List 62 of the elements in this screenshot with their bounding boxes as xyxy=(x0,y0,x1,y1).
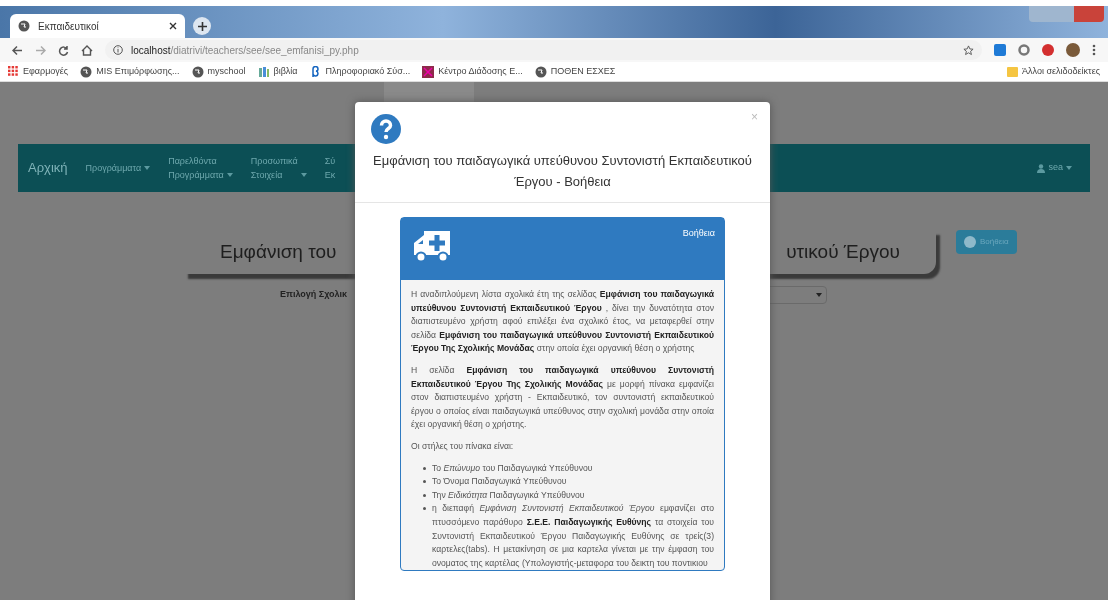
stop-sign-icon[interactable] xyxy=(1042,44,1054,56)
back-arrow-icon[interactable] xyxy=(12,44,23,56)
caret-icon xyxy=(144,166,151,170)
bookmark[interactable]: Εφαρμογές xyxy=(8,64,69,79)
home-icon[interactable] xyxy=(81,44,93,56)
bookmark[interactable]: Πληροφοριακό Σύσ... xyxy=(309,64,411,79)
bookmark[interactable]: ΠΟΘΕΝ ΕΣΧΕΣ xyxy=(534,64,616,79)
pattern-square-icon xyxy=(422,65,435,78)
page-title: υτικού Έργου xyxy=(786,239,900,264)
bookmark[interactable]: MIS Επιμόρφωσης... xyxy=(80,64,180,79)
user-menu[interactable]: sea xyxy=(1037,161,1072,175)
reload-icon[interactable] xyxy=(58,44,69,56)
globe-icon xyxy=(18,20,30,32)
school-year-label: Επιλογή Σχολικ xyxy=(280,288,348,302)
url-text: localhost/diatrivi/teachers/see/see_emfanisi_py.php xyxy=(131,43,359,58)
close-icon[interactable] xyxy=(169,22,177,30)
column-description: Την Ειδικότητα Παιδαγωγικά Υπεύθυνου xyxy=(432,488,585,502)
globe-icon xyxy=(534,65,547,78)
bullet-icon xyxy=(423,466,426,470)
help-paragraph: Η σελίδα Εμφάνιση του παιδαγωγικά υπεύθυνου Συντονιστή Εκπαιδευτικού Έργου Της Σχολικής Μονάδας με μορφή πίνακα εμφανίζει στον διαπιστευμένο χρήστη - Εκπαιδευτικό, τον συντονιστή εκπαιδευτικού έργου ο οποίος είναι παιδαγωγικά υπεύθυνος στην σχολική μονάδα στην οποία έχει οργανική θέση ο χρήστης. xyxy=(411,363,714,432)
bookmark[interactable]: βιβλία xyxy=(257,64,298,79)
bookmark[interactable]: myschool xyxy=(191,64,246,79)
plus-icon xyxy=(197,21,207,31)
beta-letter-icon xyxy=(309,65,322,78)
nav-menu[interactable]: Προσωπικά Στοιχεία xyxy=(250,154,307,182)
user-icon xyxy=(1037,163,1046,173)
caret-icon xyxy=(300,173,307,177)
apps-grid-icon xyxy=(8,66,19,77)
caret-icon xyxy=(1066,166,1072,170)
column-description: Το Επώνυμο του Παιδαγωγικά Υπεύθυνου xyxy=(432,461,593,475)
nav-menu[interactable]: Σύ Εκ xyxy=(324,154,336,182)
caret-icon xyxy=(816,293,823,297)
column-description: η διεπαφή Εμφάνιση Συντονιστή Εκπαιδευτικού Έργου εμφανίζει στο πτυσσόμενο παράθυρο Σ.Ε.Ε. Παιδαγωγικής Ευθύνης τα στοιχεία του Συντονιστή Εκπαιδευτικού Έργου Παιδαγωγικής Ευθύνης σε τρείς(3) καρτελες(tabs). Η μετακίνηση σε μια καρτελα γίνεται με την έμφαση του ονοματος της καρτέλας (Υπολογιστής-μεταφορα του δεικτη του ποντικιου xyxy=(432,502,714,570)
bullet-icon xyxy=(423,480,426,484)
tab-title: Εκπαιδευτικοί xyxy=(38,19,100,34)
globe-icon xyxy=(191,65,204,78)
panel-heading: Βοήθεια xyxy=(682,227,715,240)
info-icon xyxy=(113,45,123,55)
ring-icon[interactable] xyxy=(1018,44,1030,56)
dialog-title: Εμφάνιση του παιδαγωγικά υπεύθυνου Συντονιστή Εκπαιδευτικού Έργου - Βοήθεια xyxy=(372,152,753,191)
caret-icon xyxy=(226,173,233,177)
address-field[interactable]: localhost/diatrivi/teachers/see/see_emfanisi_py.php xyxy=(105,40,982,60)
column-description: Το Όνομα Παιδαγωγικά Υπεύθυνου xyxy=(432,475,567,489)
nav-menu[interactable]: Παρελθόντα Προγράμματα xyxy=(168,154,233,182)
extension-icon[interactable] xyxy=(994,44,1006,56)
nav-link[interactable]: Αρχική xyxy=(28,158,68,178)
globe-icon xyxy=(80,65,93,78)
page-title: Εμφάνιση του xyxy=(220,239,337,264)
browser-tab[interactable]: Εκπαιδευτικοί xyxy=(10,14,185,38)
bullet-icon xyxy=(423,493,426,497)
bookmark-folder[interactable]: Άλλοι σελιδοδείκτες xyxy=(1007,64,1100,79)
help-paragraph: Η αναδιπλούμενη λίστα σχολικά έτη της σελίδας Εμφάνιση του παιδαγωγικά υπεύθυνου Συντονιστή Εκπαιδευτικού Έργου , δίνει την δυνατότητα στον διαπιστευμένο χρήστη αφού επιλέξει ένα σχολικό έτος, να μεταφερθεί στην σελίδα Εμφάνιση του παιδαγωγικά υπεύθυνου Συντονιστή Εκπαιδευτικού Έργου Της Σχολικής Μονάδας στην οποία έχει οργανική θέση ο χρήστης xyxy=(411,288,714,356)
books-icon xyxy=(257,65,270,78)
star-icon[interactable] xyxy=(963,44,974,56)
bookmark[interactable]: Κέντρο Διάδοσης Ε... xyxy=(422,64,523,79)
avatar-icon[interactable] xyxy=(1066,43,1080,57)
new-tab-button[interactable] xyxy=(193,17,211,35)
help-paragraph: Οι στήλες του πίνακα είναι: xyxy=(411,439,515,453)
nav-menu[interactable]: Προγράμματα xyxy=(85,161,151,175)
menu-icon[interactable] xyxy=(1092,44,1096,56)
folder-icon xyxy=(1007,66,1019,77)
bullet-icon xyxy=(423,507,426,511)
